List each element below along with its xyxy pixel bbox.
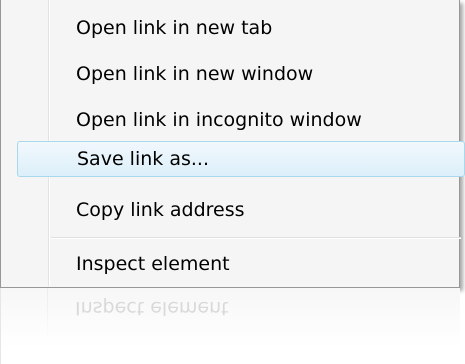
reflection-gutter-divider — [47, 288, 48, 338]
reflection-background — [0, 288, 460, 364]
menu-item-open-new-tab[interactable]: Open link in new tab — [5, 10, 455, 46]
reflection-label: Inspect element — [75, 297, 229, 319]
menu-item-save-link-as[interactable]: Save link as... — [17, 141, 465, 177]
context-menu: Open link in new tab Open link in new wi… — [0, 0, 465, 288]
menu-separator — [51, 237, 461, 239]
menu-reflection: Inspect element — [0, 288, 460, 364]
menu-item-open-new-window[interactable]: Open link in new window — [5, 56, 455, 92]
menu-item-copy-link-address[interactable]: Copy link address — [5, 192, 455, 228]
menu-item-open-incognito-window[interactable]: Open link in incognito window — [5, 102, 455, 138]
menu-item-inspect-element[interactable]: Inspect element — [5, 246, 455, 282]
